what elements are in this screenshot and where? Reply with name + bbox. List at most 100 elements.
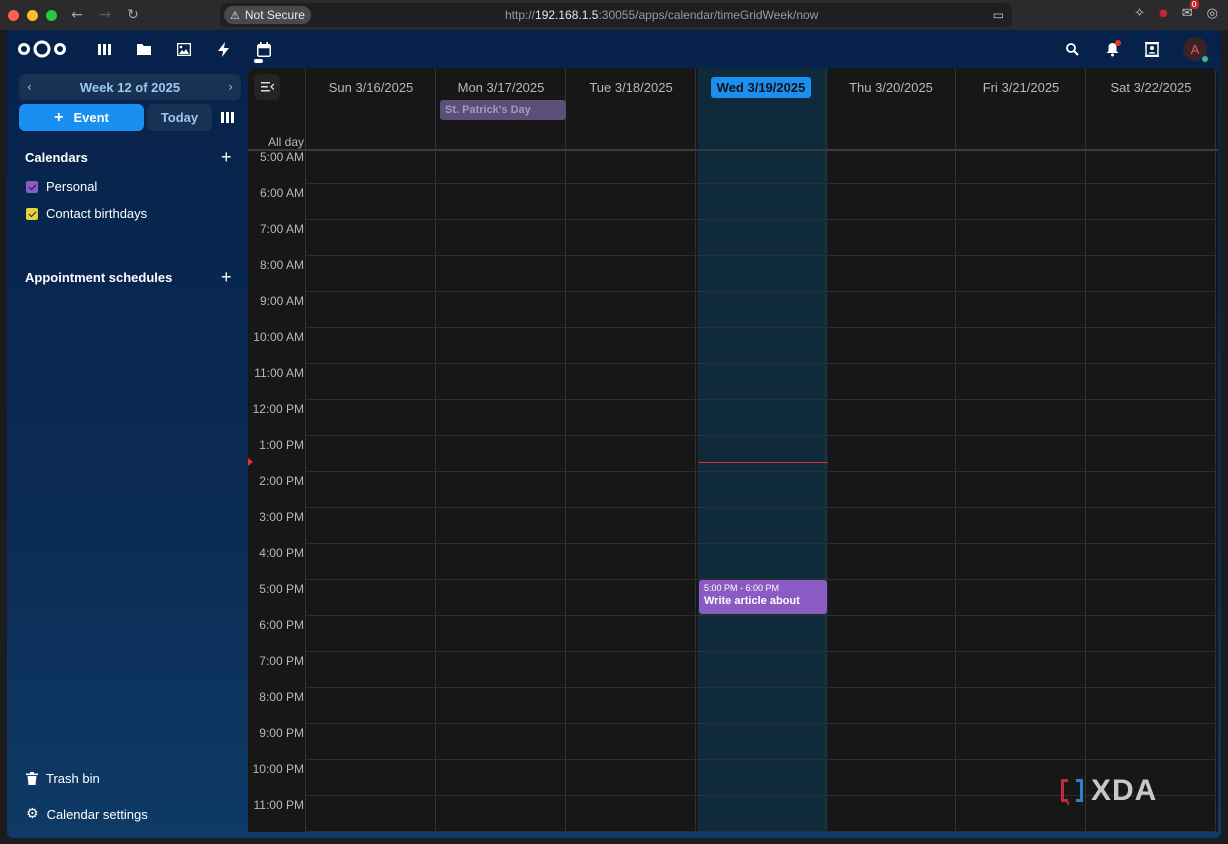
calendar-icon[interactable] — [255, 40, 273, 58]
week-grid: Sun 3/16/2025 Mon 3/17/2025 Tue 3/18/2025 W… — [248, 68, 1218, 832]
profile-icon[interactable]: ◎ — [1207, 6, 1218, 21]
close-window-button[interactable] — [8, 9, 19, 21]
photos-icon[interactable] — [175, 40, 193, 58]
notifications-icon[interactable] — [1103, 37, 1121, 61]
security-label: Not Secure — [244, 8, 305, 22]
trash-bin-label: Trash bin — [46, 771, 100, 786]
day-header[interactable]: Wed 3/19/2025 — [696, 68, 826, 106]
day-header-label: Fri 3/21/2025 — [982, 79, 1060, 95]
time-label: 7:00 AM — [259, 222, 304, 236]
extension-badge-icon[interactable]: ✉ 0 — [1182, 0, 1199, 21]
hour-divider — [306, 831, 1216, 832]
zoom-window-button[interactable] — [46, 9, 57, 21]
nextcloud-logo[interactable] — [17, 39, 67, 59]
time-label: 6:00 AM — [259, 186, 304, 200]
current-time-marker — [248, 458, 253, 466]
trash-icon — [26, 772, 38, 785]
url-host: 192.168.1.5 — [535, 8, 599, 22]
day-header[interactable]: Fri 3/21/2025 — [956, 68, 1086, 106]
view-switcher-icon[interactable] — [221, 112, 234, 123]
hour-divider — [306, 723, 1216, 724]
calendar-event[interactable]: 5:00 PM - 6:00 PM Write article about — [699, 580, 827, 614]
event-title: Write article about — [704, 595, 800, 607]
day-header[interactable]: Sat 3/22/2025 — [1086, 68, 1216, 106]
hour-divider — [306, 543, 1216, 544]
search-icon[interactable] — [1063, 37, 1081, 61]
files-icon[interactable] — [135, 40, 153, 58]
hour-divider — [306, 759, 1216, 760]
time-label: 11:00 PM — [253, 798, 304, 812]
add-appointment-icon[interactable]: + — [221, 268, 232, 286]
day-header-label: Tue 3/18/2025 — [589, 79, 673, 95]
time-label: 6:00 PM — [259, 618, 304, 632]
activity-icon[interactable] — [215, 40, 233, 58]
calendar-settings-link[interactable]: ⚙ Calendar settings — [26, 806, 148, 822]
hour-divider — [306, 435, 1216, 436]
app-menu — [95, 40, 273, 58]
dashboard-icon[interactable] — [95, 40, 113, 58]
calendar-item-birthdays[interactable]: Contact birthdays — [26, 206, 147, 221]
week-label[interactable]: Week 12 of 2025 — [80, 80, 180, 95]
add-calendar-icon[interactable]: + — [221, 148, 232, 166]
hour-divider — [306, 399, 1216, 400]
day-header-label: Wed 3/19/2025 — [710, 76, 812, 98]
time-label: 5:00 PM — [259, 582, 304, 596]
calendar-checkbox[interactable] — [26, 207, 38, 220]
toggle-sidebar-icon[interactable] — [254, 74, 280, 100]
new-event-button[interactable]: + Event — [19, 104, 144, 131]
browser-toolbar: ← → ↻ ⚠ Not Secure http://192.168.1.5:30… — [0, 0, 1228, 30]
hour-divider — [306, 615, 1216, 616]
reading-list-icon[interactable]: ▭ — [993, 8, 1004, 22]
trash-bin-link[interactable]: Trash bin — [26, 771, 100, 786]
next-week-icon[interactable]: › — [228, 80, 233, 94]
security-indicator[interactable]: ⚠ Not Secure — [224, 6, 311, 24]
hour-divider — [306, 687, 1216, 688]
today-button[interactable]: Today — [147, 104, 212, 131]
url-path: :30055/apps/calendar/timeGridWeek/now — [598, 8, 819, 22]
all-day-separator — [248, 149, 1218, 151]
time-label: 12:00 PM — [252, 402, 304, 416]
hour-divider — [306, 291, 1216, 292]
forward-icon[interactable]: → — [91, 7, 119, 23]
active-app-indicator — [254, 59, 263, 63]
minimize-window-button[interactable] — [27, 9, 38, 21]
nextcloud-app: A ‹ Week 12 of 2025 › + Event Today Cale… — [7, 30, 1221, 838]
day-header[interactable]: Thu 3/20/2025 — [826, 68, 956, 106]
warning-icon: ⚠ — [230, 8, 240, 22]
xda-watermark: XDA — [1059, 774, 1157, 808]
week-navigator: ‹ Week 12 of 2025 › — [19, 74, 241, 100]
reload-icon[interactable]: ↻ — [119, 7, 147, 23]
calendar-settings-label: Calendar settings — [46, 806, 148, 822]
day-header[interactable]: Tue 3/18/2025 — [566, 68, 696, 106]
app-header: A — [7, 30, 1221, 68]
current-time-line — [698, 462, 828, 463]
sidebar-actions: + Event Today — [19, 104, 234, 131]
avatar[interactable]: A — [1183, 37, 1209, 63]
calendar-checkbox[interactable] — [26, 180, 38, 193]
day-header-label: Sun 3/16/2025 — [328, 79, 414, 95]
url-text[interactable]: http://192.168.1.5:30055/apps/calendar/t… — [505, 8, 818, 22]
calendar-item-personal[interactable]: Personal — [26, 179, 97, 194]
contacts-icon[interactable] — [1143, 37, 1161, 61]
avatar-initial: A — [1190, 41, 1200, 57]
time-label: 8:00 AM — [259, 258, 304, 272]
all-day-label: All day — [267, 135, 304, 149]
address-bar[interactable]: ⚠ Not Secure http://192.168.1.5:30055/ap… — [220, 3, 1012, 27]
day-header-label: Thu 3/20/2025 — [849, 79, 933, 95]
hour-divider — [306, 507, 1216, 508]
ublock-icon[interactable]: ● — [1159, 8, 1168, 19]
day-header[interactable]: Sun 3/16/2025 — [306, 68, 436, 106]
calendars-heading: Calendars — [25, 150, 88, 165]
extensions-icon[interactable]: ✧ — [1134, 6, 1145, 21]
notification-dot — [1115, 40, 1121, 46]
all-day-event[interactable]: St. Patrick's Day — [440, 100, 566, 120]
extension-icons: ✧ ● ✉ 0 ◎ — [1134, 0, 1218, 21]
back-icon[interactable]: ← — [63, 7, 91, 23]
watermark-text: XDA — [1091, 774, 1158, 807]
extension-badge: 0 — [1189, 0, 1199, 9]
calendar-name: Contact birthdays — [46, 206, 148, 221]
hour-divider — [306, 327, 1216, 328]
previous-week-icon[interactable]: ‹ — [27, 80, 32, 94]
time-label: 1:00 PM — [259, 438, 304, 452]
hour-divider — [306, 651, 1216, 652]
